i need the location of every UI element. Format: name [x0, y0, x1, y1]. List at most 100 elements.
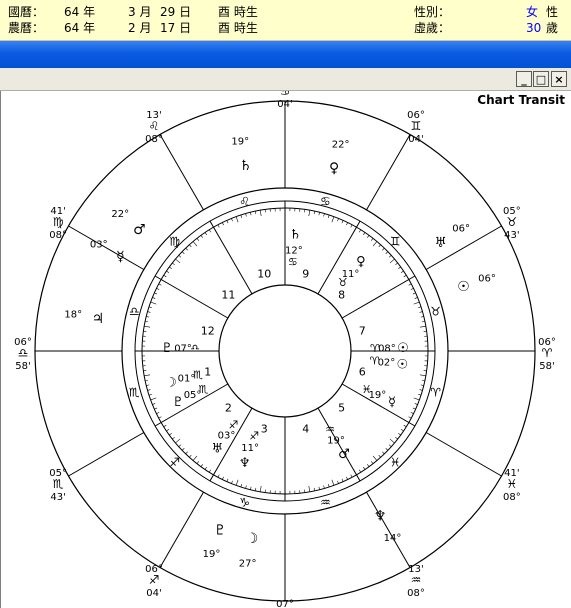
- gregorian-hour: 酉 時生: [218, 5, 258, 19]
- degree-tick: [378, 454, 381, 458]
- degree-tick: [175, 258, 181, 264]
- inner-planet-degree: 02°: [378, 358, 396, 369]
- zodiac-ring-glyph: ♏: [129, 385, 140, 399]
- degree-tick: [152, 403, 156, 405]
- degree-tick: [331, 479, 335, 486]
- degree-tick: [152, 297, 156, 299]
- outer-planet-degree: 06°: [478, 273, 496, 284]
- inner-planet-sign: ♒: [325, 423, 335, 436]
- degree-tick: [346, 476, 348, 480]
- cusp-minute: 08°: [145, 134, 163, 145]
- minimize-button[interactable]: _: [516, 71, 532, 87]
- close-button[interactable]: ×: [551, 71, 567, 87]
- zodiac-ring-glyph: ♐: [169, 455, 180, 469]
- degree-tick: [147, 389, 151, 391]
- cusp-minute: 58': [539, 361, 554, 372]
- degree-tick: [414, 403, 418, 405]
- degree-tick: [250, 486, 252, 490]
- degree-tick: [213, 227, 217, 233]
- cusp-minute: 43': [50, 492, 65, 503]
- cusp-sign: ♍: [53, 215, 64, 229]
- degree-tick: [408, 283, 412, 286]
- degree-tick: [235, 216, 239, 223]
- lunar-month: 2 月: [128, 21, 152, 35]
- outer-planet-degree: 14°: [384, 533, 402, 544]
- degree-tick: [169, 266, 172, 269]
- degree-tick: [175, 438, 181, 444]
- outer-planet-glyph: ♃: [92, 311, 105, 327]
- degree-tick: [222, 222, 224, 226]
- gregorian-day: 29 日: [160, 5, 192, 19]
- cusp-degree: 07°: [276, 599, 294, 608]
- degree-tick: [156, 288, 160, 290]
- outer-planet-glyph: ☉: [457, 279, 470, 295]
- degree-tick: [161, 279, 167, 283]
- inner-planet-glyph: ♇: [172, 395, 184, 410]
- degree-tick: [358, 469, 362, 473]
- inner-planet-sign: ♏: [193, 368, 203, 381]
- cusp-minute: 04': [277, 99, 292, 110]
- inner-planet-glyph: ☉: [397, 357, 409, 372]
- outer-cusp-line: [159, 491, 204, 568]
- degree-tick: [226, 478, 229, 482]
- degree-tick: [213, 469, 217, 475]
- age-suffix: 歲: [546, 21, 559, 35]
- degree-tick: [331, 216, 335, 223]
- degree-tick: [217, 224, 220, 228]
- outer-cusp-line: [159, 134, 204, 211]
- outer-planet-degree: 22°: [111, 209, 129, 220]
- cusp-minute: 08°: [49, 230, 67, 241]
- degree-tick: [254, 487, 257, 491]
- degree-tick: [259, 485, 262, 492]
- degree-tick: [341, 478, 344, 482]
- degree-tick: [318, 486, 320, 490]
- degree-tick: [245, 485, 247, 489]
- outer-planet-glyph: ♄: [239, 158, 252, 174]
- degree-tick: [145, 320, 149, 323]
- zodiac-ring-glyph: ♓: [390, 455, 401, 469]
- maximize-button[interactable]: □: [533, 71, 549, 87]
- degree-tick: [222, 476, 224, 480]
- inner-planet-sign: ♐: [249, 430, 259, 443]
- degree-tick: [372, 241, 378, 247]
- degree-tick: [421, 320, 425, 323]
- degree-tick: [172, 262, 175, 266]
- window-title-bar[interactable]: [0, 41, 571, 68]
- outer-planet-glyph: ☽: [246, 531, 259, 547]
- degree-tick: [147, 311, 151, 313]
- cusp-sign: ♏: [53, 477, 64, 491]
- degree-tick: [231, 218, 233, 222]
- degree-tick: [358, 229, 362, 233]
- degree-tick: [189, 244, 192, 248]
- degree-tick: [240, 484, 243, 488]
- birth-info-bar: 國曆： 64 年 3 月 29 日 酉 時生 性別： 女 性 農曆： 64 年 …: [0, 0, 571, 41]
- degree-tick: [421, 379, 425, 382]
- cusp-sign: ♊: [411, 119, 422, 133]
- inner-planet-sign: ♈: [370, 354, 380, 367]
- degree-tick: [200, 464, 203, 467]
- gender-value: 女: [526, 5, 539, 19]
- degree-tick: [400, 270, 404, 273]
- house-number: 5: [338, 402, 345, 415]
- degree-tick: [395, 436, 398, 440]
- degree-tick: [408, 416, 412, 419]
- gender-label: 性別：: [414, 5, 451, 19]
- zodiac-ring-glyph: ♉: [430, 305, 441, 319]
- outer-cusp-line: [366, 491, 411, 568]
- degree-tick: [350, 224, 353, 228]
- inner-planet-sign: ♉: [338, 276, 348, 289]
- degree-tick: [350, 474, 353, 478]
- degree-tick: [154, 407, 158, 410]
- inner-planet-glyph: ☽: [165, 376, 177, 391]
- degree-tick: [395, 262, 398, 266]
- inner-planet-glyph: ☿: [388, 395, 396, 410]
- degree-tick: [208, 469, 212, 473]
- degree-tick: [337, 480, 339, 484]
- outer-planet-degree: 19°: [231, 137, 249, 148]
- degree-tick: [308, 210, 311, 217]
- degree-tick: [418, 393, 422, 396]
- degree-tick: [323, 485, 325, 489]
- degree-tick: [144, 325, 151, 328]
- outer-planet-glyph: ♂: [133, 222, 146, 238]
- house-number: 6: [359, 366, 366, 379]
